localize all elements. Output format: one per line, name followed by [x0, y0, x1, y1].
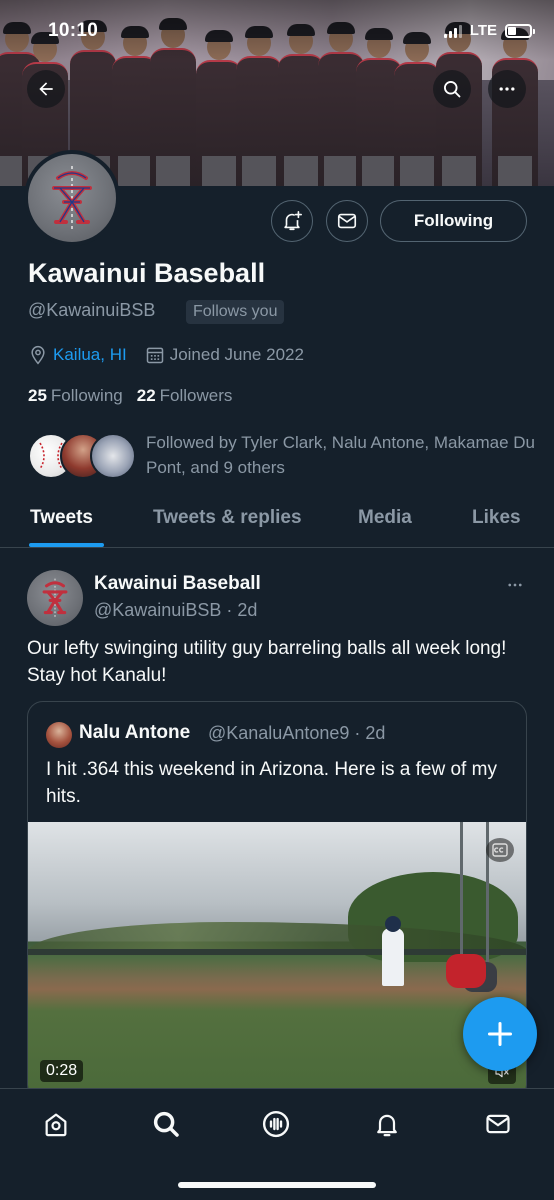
- search-profile-button[interactable]: [433, 70, 471, 108]
- video-duration: 0:28: [40, 1060, 84, 1082]
- status-indicators: LTE: [443, 22, 535, 39]
- signal-icon: [443, 24, 462, 38]
- followed-by-avatars[interactable]: [28, 433, 136, 479]
- status-time: 10:10: [48, 20, 99, 41]
- more-icon: [508, 583, 522, 587]
- search-icon: [153, 1111, 179, 1137]
- followed-by-text[interactable]: Followed by Tyler Clark, Nalu Antone, Ma…: [146, 430, 536, 480]
- tab-media[interactable]: Media: [358, 507, 412, 529]
- tweet-text: Our lefty swinging utility guy barreling…: [27, 638, 507, 686]
- tweet-more-button[interactable]: [504, 576, 526, 599]
- mail-icon: [337, 213, 357, 229]
- tweet-author-name[interactable]: Kawainui Baseball: [94, 573, 261, 595]
- follower-avatar: [90, 433, 136, 479]
- tweet-author-handle: @KawainuiBSB · 2d: [94, 600, 258, 620]
- video-scene-catcher: [446, 954, 486, 988]
- captions-icon: [492, 843, 508, 857]
- team-logo-icon: [52, 166, 92, 230]
- active-tab-indicator: [29, 543, 104, 547]
- network-label: LTE: [469, 22, 497, 39]
- video-player[interactable]: 0:28: [28, 822, 526, 1092]
- notifications-toggle-button[interactable]: [271, 200, 313, 242]
- quoted-avatar: [46, 722, 72, 748]
- battery-icon: [505, 23, 535, 38]
- home-indicator[interactable]: [178, 1182, 376, 1188]
- nav-search[interactable]: [149, 1107, 183, 1141]
- calendar-icon: [146, 347, 163, 364]
- team-logo-icon: [42, 578, 68, 618]
- video-scene-batter: [382, 916, 404, 986]
- nav-notifications[interactable]: [370, 1107, 404, 1141]
- messages-icon: [486, 1114, 510, 1134]
- profile-meta: Kailua, HI Joined June 2022: [28, 345, 304, 365]
- profile-location[interactable]: Kailua, HI: [53, 345, 127, 365]
- back-arrow-icon: [39, 82, 53, 96]
- location-pin-icon: [31, 345, 45, 365]
- tweet-avatar[interactable]: [27, 570, 83, 626]
- tab-likes[interactable]: Likes: [472, 507, 521, 529]
- notification-bell-plus-icon: [284, 211, 302, 231]
- more-icon: [499, 87, 515, 91]
- follows-you-badge: Follows you: [186, 300, 285, 324]
- profile-avatar[interactable]: [24, 150, 120, 246]
- back-button[interactable]: [27, 70, 65, 108]
- message-button[interactable]: [326, 200, 368, 242]
- follow-counts: 25 Following 22 Followers: [28, 386, 232, 406]
- following-button[interactable]: Following: [380, 200, 527, 242]
- more-options-button[interactable]: [488, 70, 526, 108]
- search-icon: [444, 81, 461, 98]
- profile-joined: Joined June 2022: [169, 345, 304, 364]
- quoted-tweet-text: I hit .364 this weekend in Arizona. Here…: [46, 759, 497, 807]
- captions-button[interactable]: [486, 838, 514, 862]
- quoted-tweet[interactable]: Nalu Antone @KanaluAntone9 · 2d I hit .3…: [27, 701, 527, 1101]
- quoted-author-name: Nalu Antone: [79, 722, 191, 743]
- nav-home[interactable]: [39, 1107, 73, 1141]
- profile-name: Kawainui Baseball: [28, 258, 266, 288]
- quoted-author-handle: @KanaluAntone9 · 2d: [208, 723, 386, 743]
- profile-handle: @KawainuiBSB: [28, 300, 156, 320]
- nav-spaces[interactable]: [259, 1107, 293, 1141]
- plus-icon: [487, 1021, 513, 1047]
- spaces-icon: [262, 1110, 290, 1138]
- followers-count-link[interactable]: 22 Followers: [137, 386, 233, 406]
- compose-tweet-button[interactable]: [463, 997, 537, 1071]
- home-icon: [45, 1113, 67, 1137]
- notifications-icon: [377, 1114, 397, 1137]
- tab-tweets-replies[interactable]: Tweets & replies: [153, 507, 302, 529]
- following-count-link[interactable]: 25 Following: [28, 386, 123, 406]
- nav-messages[interactable]: [481, 1107, 515, 1141]
- tab-tweets[interactable]: Tweets: [30, 507, 93, 529]
